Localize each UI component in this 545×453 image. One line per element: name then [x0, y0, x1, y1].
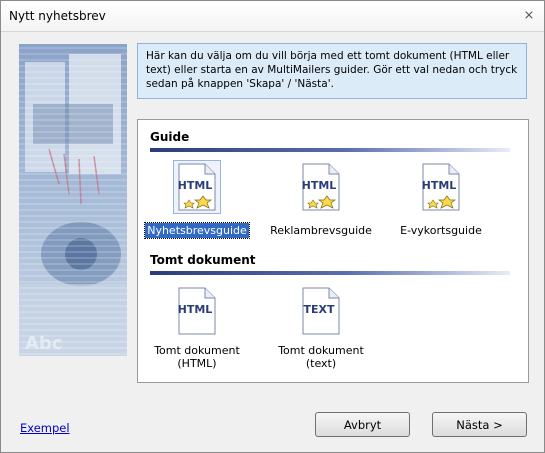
- html-doc-icon-wrap: HTML: [173, 160, 221, 214]
- html-wizard-icon: HTML: [422, 163, 460, 211]
- item-label: Tomt dokument (text): [276, 343, 366, 371]
- html-doc-icon-wrap: HTML: [297, 160, 345, 214]
- next-button[interactable]: Nästa >: [432, 412, 527, 437]
- text-doc-icon-wrap: TEXT: [297, 284, 345, 338]
- side-image-caption: Abc: [25, 333, 63, 354]
- item-e-vykortsguide[interactable]: HTML E-vykortsguide: [386, 160, 496, 238]
- item-nyhetsbrevsguide[interactable]: HTML Nyhetsbrevsguide: [142, 160, 252, 239]
- svg-text:TEXT: TEXT: [303, 303, 334, 316]
- dialog-window: Nytt nyhetsbrev ⨯ Abc Här kan du välja o…: [0, 0, 545, 453]
- item-reklambrevsguide[interactable]: HTML Reklambrevsguide: [266, 160, 376, 238]
- item-label: Reklambrevsguide: [270, 224, 372, 237]
- html-doc-icon-wrap: HTML: [417, 160, 465, 214]
- item-label-line1: Tomt dokument: [278, 344, 364, 357]
- svg-text:HTML: HTML: [178, 179, 213, 192]
- html-doc-icon-wrap: HTML: [173, 284, 221, 338]
- info-text: Här kan du välja om du vill börja med et…: [146, 50, 518, 90]
- section-title-empty: Tomt dokument: [150, 253, 256, 267]
- html-document-icon: HTML: [178, 287, 216, 335]
- item-tomt-html[interactable]: HTML Tomt dokument (HTML): [142, 284, 252, 371]
- item-label: Tomt dokument (HTML): [152, 343, 242, 371]
- section-divider: [150, 271, 510, 275]
- close-icon[interactable]: ⨯: [520, 7, 538, 25]
- window-title: Nytt nyhetsbrev: [9, 9, 106, 23]
- info-box: Här kan du välja om du vill börja med et…: [137, 43, 527, 99]
- item-tomt-text[interactable]: TEXT Tomt dokument (text): [266, 284, 376, 371]
- item-label-line2: (HTML): [177, 357, 217, 370]
- html-wizard-icon: HTML: [178, 163, 216, 211]
- svg-text:HTML: HTML: [178, 303, 213, 316]
- section-title-guide: Guide: [150, 130, 190, 144]
- item-label: E-vykortsguide: [400, 224, 482, 237]
- item-label-line1: Tomt dokument: [154, 344, 240, 357]
- svg-text:HTML: HTML: [422, 179, 457, 192]
- example-link[interactable]: Exempel: [20, 421, 70, 435]
- item-label-line2: (text): [305, 357, 337, 370]
- side-banner-image: Abc: [19, 44, 127, 356]
- item-label: Nyhetsbrevsguide: [144, 222, 250, 239]
- svg-text:HTML: HTML: [302, 179, 337, 192]
- cancel-button[interactable]: Avbryt: [315, 412, 410, 437]
- html-wizard-icon: HTML: [302, 163, 340, 211]
- title-bar[interactable]: Nytt nyhetsbrev ⨯: [1, 1, 544, 32]
- template-panel: Guide HTML Nyhetsbrevsguide HTML Reklamb…: [137, 119, 529, 383]
- section-divider: [150, 148, 510, 152]
- text-document-icon: TEXT: [302, 287, 340, 335]
